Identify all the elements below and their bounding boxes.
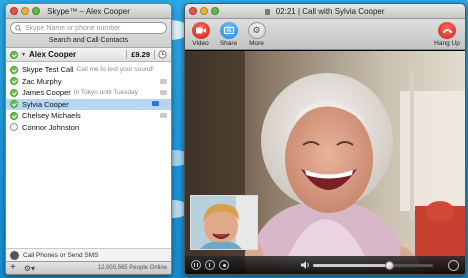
- minimize-window-button[interactable]: [21, 7, 29, 15]
- people-online-count: 12,000,565 People Online: [97, 265, 167, 271]
- more-button[interactable]: ⚙ More: [244, 22, 269, 47]
- video-controls-bar: [185, 256, 465, 274]
- online-status-icon: [10, 88, 18, 97]
- pause-video-button[interactable]: [191, 260, 201, 270]
- hang-up-button[interactable]: Hang Up: [433, 22, 461, 47]
- zoom-window-button[interactable]: [211, 7, 219, 15]
- close-window-button[interactable]: [189, 7, 197, 15]
- search-area: Skype Name or phone number Search and Ca…: [6, 19, 171, 48]
- contact-name: Zac Murphy: [22, 76, 62, 86]
- online-status-icon: [10, 100, 18, 109]
- remote-video-feed: [185, 51, 465, 274]
- online-status-icon: [10, 77, 18, 86]
- call-titlebar: 02:21 | Call with Sylvia Cooper: [185, 4, 465, 19]
- search-input[interactable]: Skype Name or phone number: [10, 22, 167, 34]
- search-placeholder: Skype Name or phone number: [25, 24, 121, 32]
- self-view-image: [191, 196, 257, 249]
- contact-name: James Cooper: [22, 88, 71, 98]
- hang-up-label: Hang Up: [434, 40, 460, 47]
- settings-gear-icon[interactable]: ⚙▾: [24, 264, 35, 273]
- close-window-button[interactable]: [10, 7, 18, 15]
- offline-status-icon: [10, 123, 18, 132]
- contact-row-connor-johnston[interactable]: Connor Johnston: [6, 122, 171, 134]
- call-phone-icon[interactable]: [160, 113, 167, 119]
- add-contact-icon[interactable]: +: [10, 263, 16, 273]
- contacts-window-title: Skype™ – Alex Cooper: [47, 7, 130, 16]
- contact-row-skype-test-call[interactable]: Skype Test Call Call me to test your sou…: [6, 64, 171, 76]
- contacts-titlebar: Skype™ – Alex Cooper: [6, 4, 171, 19]
- video-camera-icon: [191, 22, 210, 39]
- history-clock-icon[interactable]: [158, 50, 167, 59]
- video-button[interactable]: Video: [188, 22, 213, 47]
- my-profile-row[interactable]: ▾ Alex Cooper £9.29: [6, 48, 171, 62]
- contact-row-sylvia-cooper[interactable]: Sylvia Cooper: [6, 98, 171, 110]
- call-phone-icon[interactable]: [160, 90, 167, 96]
- contact-row-zac-murphy[interactable]: Zac Murphy: [6, 76, 171, 88]
- share-label: Share: [219, 40, 238, 47]
- contact-name: Sylvia Cooper: [22, 99, 69, 109]
- volume-knob[interactable]: [384, 260, 394, 270]
- my-name: Alex Cooper: [29, 50, 77, 59]
- contact-list: Skype Test Call Call me to test your sou…: [6, 62, 171, 133]
- more-label: More: [249, 40, 264, 47]
- dialpad-button[interactable]: [219, 260, 229, 270]
- call-phones-sms-button[interactable]: Call Phones or Send SMS: [6, 248, 171, 261]
- share-button[interactable]: Share: [216, 22, 241, 47]
- hang-up-phone-icon: [438, 22, 456, 39]
- search-icon: [15, 24, 22, 32]
- minimize-window-button[interactable]: [200, 7, 208, 15]
- status-chevron-icon[interactable]: ▾: [22, 51, 25, 58]
- call-phones-label: Call Phones or Send SMS: [23, 251, 99, 259]
- speaker-volume-icon: [301, 261, 309, 269]
- self-view-video[interactable]: [190, 195, 258, 250]
- contact-row-chelsey-michaels[interactable]: Chelsey Michaels: [6, 110, 171, 122]
- zoom-window-button[interactable]: [32, 7, 40, 15]
- video-label: Video: [192, 40, 209, 47]
- video-call-icon[interactable]: [152, 101, 159, 107]
- call-phone-icon[interactable]: [160, 78, 167, 84]
- contacts-window: Skype™ – Alex Cooper Skype Name or phone…: [5, 3, 172, 275]
- contacts-bottom-bar: + ⚙▾ 12,000,565 People Online: [6, 261, 171, 274]
- mute-mic-button[interactable]: [205, 260, 215, 270]
- volume-fill: [313, 263, 389, 267]
- online-status-icon: [10, 65, 18, 74]
- contact-name: Connor Johnston: [22, 122, 80, 132]
- my-status-icon[interactable]: [10, 50, 18, 59]
- contact-row-james-cooper[interactable]: James Cooper In Tokyo until Tuesday: [6, 87, 171, 99]
- call-toolbar: Video Share ⚙ More Hang Up: [185, 19, 465, 50]
- contact-mood: Call me to test your sound!: [76, 66, 154, 74]
- volume-slider[interactable]: [313, 260, 433, 270]
- call-window-title: 02:21 | Call with Sylvia Cooper: [275, 7, 385, 16]
- lock-icon: [265, 9, 271, 15]
- search-and-call-button[interactable]: Search and Call Contacts: [10, 36, 167, 45]
- window-controls: [189, 7, 219, 15]
- contact-mood: In Tokyo until Tuesday: [73, 89, 138, 97]
- share-screen-icon: [219, 22, 238, 39]
- fullscreen-button[interactable]: [448, 259, 459, 271]
- window-controls: [10, 7, 40, 15]
- dial-pad-icon: [10, 250, 19, 260]
- contact-name: Chelsey Michaels: [22, 111, 81, 121]
- online-status-icon: [10, 111, 18, 120]
- call-window: 02:21 | Call with Sylvia Cooper Video Sh…: [184, 3, 466, 275]
- in-call-icon: [161, 101, 167, 108]
- skype-credit[interactable]: £9.29: [126, 50, 155, 59]
- contact-name: Skype Test Call: [22, 65, 74, 75]
- more-gear-icon: ⚙: [247, 22, 266, 39]
